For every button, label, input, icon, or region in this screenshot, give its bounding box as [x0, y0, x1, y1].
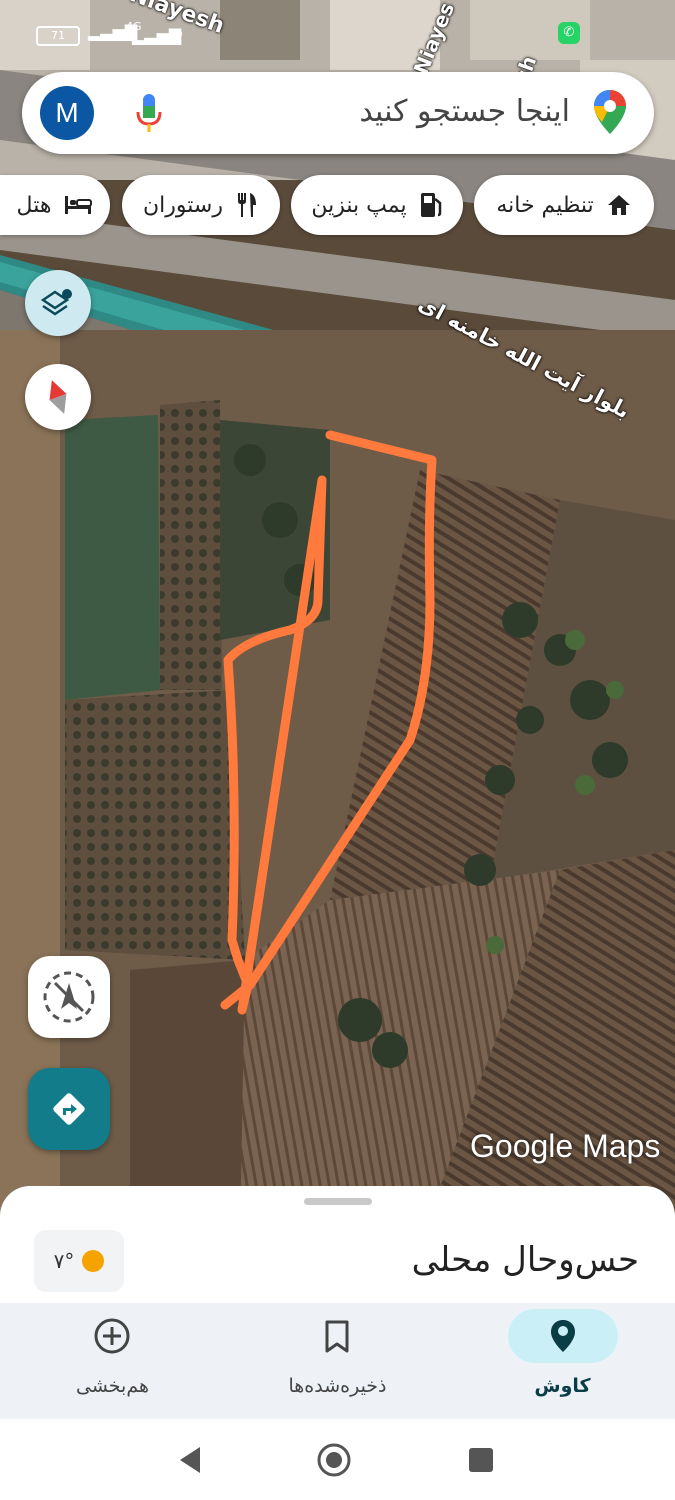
nav-label-saved: ذخیره‌شده‌ها [288, 1375, 387, 1397]
nav-contribute[interactable]: هم‌بخشی [0, 1303, 225, 1419]
battery-icon: 71 [36, 26, 80, 46]
chip-label: هتل [16, 192, 52, 218]
weather-chip[interactable]: ۷° [34, 1230, 124, 1292]
maps-pin-icon [592, 88, 628, 140]
chip-gas-station[interactable]: پمپ بنزین [291, 175, 463, 235]
chip-restaurant[interactable]: رستوران [122, 175, 280, 235]
chip-label: رستوران [143, 192, 223, 218]
chip-set-home[interactable]: تنظیم خانه [474, 175, 654, 235]
back-icon[interactable] [176, 1445, 204, 1475]
chip-label: تنظیم خانه [496, 192, 594, 218]
chip-label: پمپ بنزین [311, 192, 407, 218]
status-bar: 71 ▂▃▅▇ 4G ▂▃▅▇ ⊘ ✆ [0, 0, 675, 64]
compass-icon [49, 380, 67, 414]
layers-icon [41, 289, 72, 316]
battery-level: 71 [51, 29, 65, 42]
nav-saved[interactable]: ذخیره‌شده‌ها [225, 1303, 450, 1419]
compass-button[interactable] [25, 364, 91, 430]
layers-button[interactable] [25, 270, 91, 336]
nav-explore[interactable]: کاوش [450, 1303, 675, 1419]
location-off-icon [43, 971, 95, 1023]
gas-station-icon [420, 193, 441, 217]
bottom-sheet[interactable]: حس‌وحال محلی ۷° [0, 1186, 675, 1306]
search-input[interactable]: اینجا جستجو کنید [359, 94, 570, 129]
restaurant-icon [237, 193, 256, 217]
whatsapp-icon: ✆ [558, 22, 580, 44]
nav-label-explore: کاوش [534, 1375, 591, 1397]
add-circle-icon [94, 1318, 130, 1354]
muted-icon: ⊘ [170, 24, 184, 43]
google-maps-attribution: Google Maps [470, 1128, 661, 1164]
sun-icon [82, 1250, 105, 1272]
search-bar[interactable]: M اینجا جستجو کنید [22, 72, 654, 154]
avatar[interactable]: M [40, 86, 94, 140]
system-navigation-bar [0, 1419, 675, 1500]
bookmark-icon [325, 1320, 349, 1353]
home-icon [607, 195, 630, 215]
hotel-icon [65, 196, 93, 214]
mic-icon[interactable] [134, 92, 164, 136]
nav-label-contribute: هم‌بخشی [75, 1375, 149, 1397]
explore-pin-icon [551, 1320, 575, 1352]
recents-icon[interactable] [468, 1447, 494, 1473]
directions-button[interactable] [28, 1068, 110, 1150]
location-button[interactable] [28, 956, 110, 1038]
temperature: ۷° [53, 1249, 75, 1273]
sheet-title: حس‌وحال محلی [411, 1240, 639, 1280]
home-button-icon[interactable] [316, 1442, 352, 1478]
drag-handle[interactable] [304, 1198, 372, 1205]
directions-icon [53, 1093, 85, 1125]
chip-hotel[interactable]: هتل [0, 175, 110, 235]
bottom-navigation: هم‌بخشی ذخیره‌شده‌ها کاوش [0, 1303, 675, 1419]
